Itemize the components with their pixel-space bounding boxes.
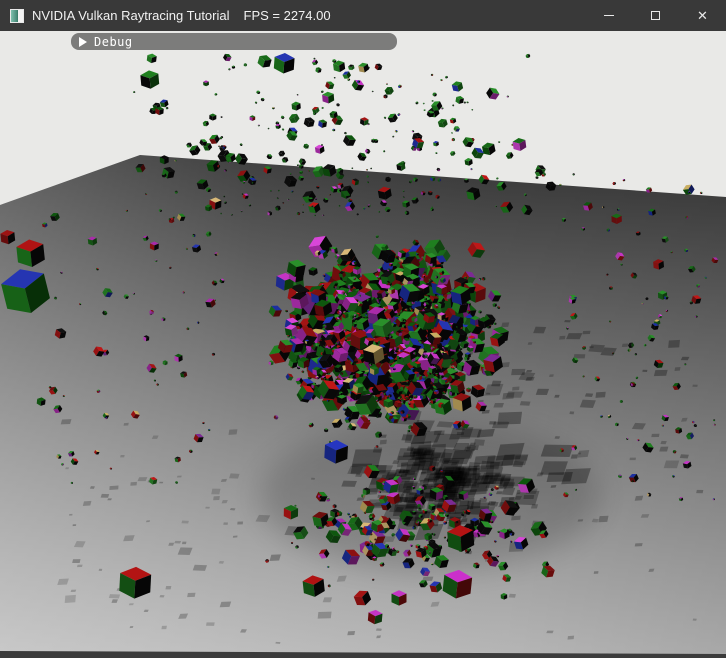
maximize-button[interactable] (632, 0, 679, 31)
rendered-scene (0, 31, 726, 658)
debug-panel-label: Debug (94, 35, 133, 49)
close-icon: ✕ (697, 9, 708, 22)
window-controls: ✕ (585, 0, 726, 31)
fps-counter: FPS = 2274.00 (244, 8, 331, 23)
window-title: NVIDIA Vulkan Raytracing Tutorial (32, 8, 230, 23)
raytracing-viewport[interactable]: Debug (0, 31, 726, 658)
minimize-button[interactable] (585, 0, 632, 31)
collapse-arrow-icon (79, 37, 87, 47)
close-button[interactable]: ✕ (679, 0, 726, 31)
title-bar: NVIDIA Vulkan Raytracing Tutorial FPS = … (0, 0, 726, 31)
app-icon (10, 9, 24, 23)
debug-panel-header[interactable]: Debug (71, 33, 397, 50)
maximize-icon (651, 11, 660, 20)
minimize-icon (604, 15, 614, 16)
